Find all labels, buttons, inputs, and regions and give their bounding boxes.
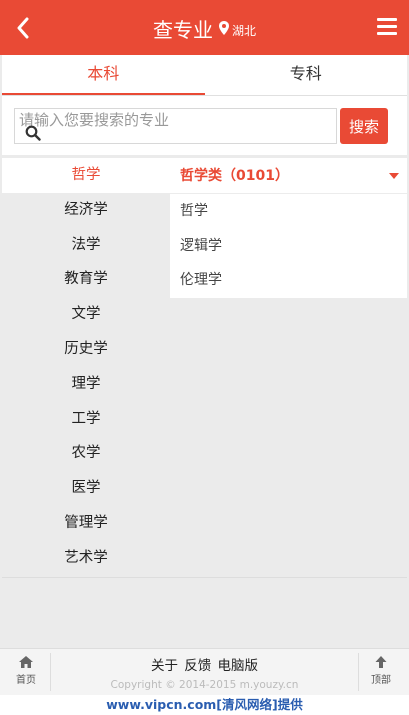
major-list: 哲学 逻辑学 伦理学: [170, 194, 407, 298]
back-to-top-button[interactable]: 顶部: [361, 653, 401, 689]
page-title: 查专业: [152, 17, 213, 42]
search-bar: 搜索: [2, 95, 407, 155]
menu-button[interactable]: [377, 18, 397, 36]
location-pin-icon: [218, 21, 229, 35]
subcategory-panel: 哲学类（0101） 哲学 逻辑学 伦理学: [170, 158, 407, 298]
watermark-text: www.vipcn.com[清风网络]提供: [0, 695, 409, 715]
search-input-wrapper: [14, 108, 337, 144]
category-item[interactable]: 工学: [2, 401, 170, 437]
category-item[interactable]: 文学: [2, 297, 170, 332]
footer-link-about[interactable]: 关于: [151, 658, 178, 674]
subcategory-title: 哲学类（0101）: [180, 168, 289, 184]
category-item[interactable]: 农学: [2, 436, 170, 472]
subcategory-header[interactable]: 哲学类（0101）: [170, 158, 407, 194]
category-item[interactable]: 医学: [2, 471, 170, 506]
top-label: 顶部: [371, 675, 391, 686]
category-item[interactable]: 法学: [2, 227, 170, 263]
footer-link-desktop[interactable]: 电脑版: [218, 658, 259, 674]
content-divider: [2, 577, 407, 578]
category-list: 哲学 经济学 法学 教育学 文学 历史学 理学 工学 农学 医学 管理学 艺术学: [2, 158, 170, 576]
menu-icon-bar: [377, 32, 397, 35]
footer-link-feedback[interactable]: 反馈: [184, 658, 211, 674]
category-item[interactable]: 理学: [2, 366, 170, 402]
tab-junior-college[interactable]: 专科: [205, 55, 408, 95]
footer-separator: [358, 653, 359, 691]
arrow-up-icon: [375, 656, 387, 668]
dropdown-arrow-icon: [389, 173, 399, 179]
menu-icon-bar: [377, 25, 397, 28]
category-item[interactable]: 管理学: [2, 505, 170, 541]
major-item[interactable]: 逻辑学: [170, 229, 407, 264]
major-browser: 哲学 经济学 法学 教育学 文学 历史学 理学 工学 农学 医学 管理学 艺术学…: [2, 158, 407, 578]
header-title-group: 查专业 湖北: [0, 12, 409, 44]
major-item[interactable]: 伦理学: [170, 263, 407, 298]
page-footer: 首页 关于 反馈 电脑版 Copyright © 2014-2015 m.you…: [0, 648, 409, 695]
search-input[interactable]: [15, 109, 336, 143]
category-item[interactable]: 教育学: [2, 262, 170, 298]
search-button[interactable]: 搜索: [340, 108, 388, 144]
category-item[interactable]: 历史学: [2, 331, 170, 367]
copyright-text: Copyright © 2014-2015 m.youzy.cn: [110, 679, 299, 691]
category-item[interactable]: 艺术学: [2, 540, 170, 576]
category-item[interactable]: 经济学: [2, 192, 170, 228]
search-icon: [25, 125, 41, 141]
location-label[interactable]: 湖北: [232, 18, 256, 39]
menu-icon-bar: [377, 18, 397, 21]
major-item[interactable]: 哲学: [170, 194, 407, 229]
footer-links: 关于 反馈 电脑版: [0, 654, 409, 674]
app-header: 查专业 湖北: [0, 0, 409, 55]
category-item[interactable]: 哲学: [2, 158, 170, 193]
tab-undergraduate[interactable]: 本科: [2, 55, 205, 95]
degree-tabs: 本科 专科: [2, 55, 407, 95]
